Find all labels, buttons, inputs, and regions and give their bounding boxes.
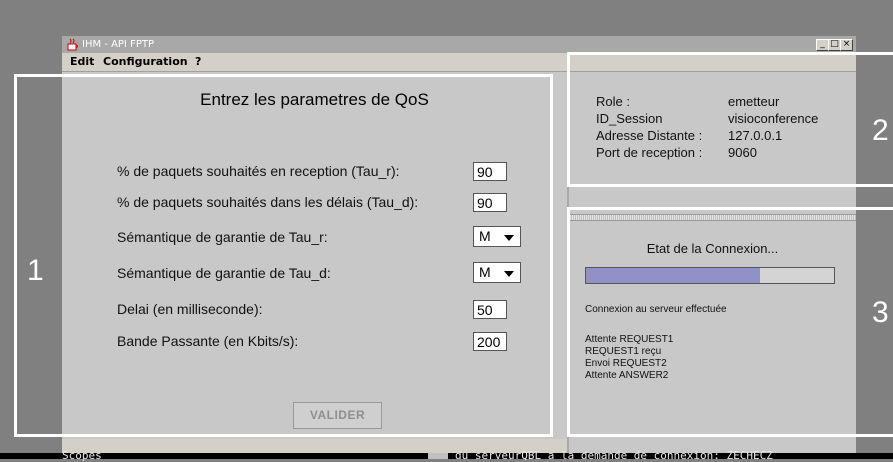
- console-left-text: Scopes: [62, 449, 102, 462]
- java-cup-icon: [67, 38, 78, 51]
- region-label-2: 2: [872, 114, 889, 147]
- region-label-1: 1: [27, 254, 44, 287]
- console-right-text: du serveurQBL a la demande de connexion:…: [455, 449, 773, 462]
- console-cursor: [428, 453, 448, 459]
- menu-help[interactable]: ?: [195, 55, 201, 68]
- window-title: IHM - API FPTP: [82, 39, 154, 50]
- title-bar[interactable]: IHM - API FPTP _ □ ×: [62, 36, 856, 53]
- menu-edit[interactable]: Edit: [70, 55, 94, 68]
- region-box-2: [567, 52, 893, 187]
- region-label-3: 3: [872, 296, 889, 329]
- close-button[interactable]: ×: [840, 39, 853, 51]
- menu-configuration[interactable]: Configuration: [103, 55, 188, 68]
- region-box-1: [14, 74, 553, 437]
- region-box-3: [567, 207, 893, 437]
